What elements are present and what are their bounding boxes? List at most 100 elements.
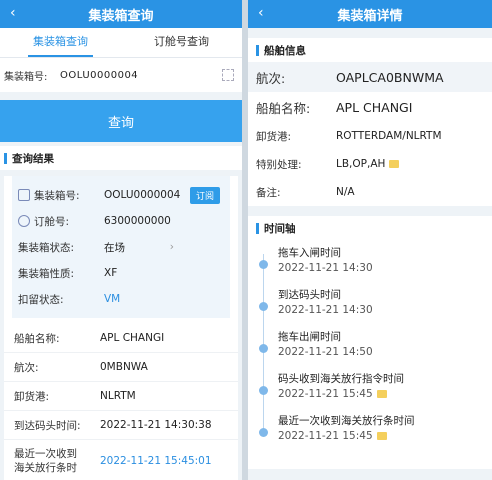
timeline-dot: [259, 428, 268, 437]
results-title: 查询结果: [12, 152, 54, 165]
event-label: 到达码头时间: [278, 289, 341, 301]
timeline-dot: [259, 302, 268, 311]
value: 2022-11-21 14:30:38: [100, 419, 212, 431]
row-ship-name: 船舶名称: APL CHANGI: [248, 92, 492, 122]
timeline-event: 最近一次收到海关放行条时间 2022-11-21 15:45: [248, 414, 492, 456]
value: 2022-11-21 15:45:01: [100, 454, 212, 467]
value: 6300000000: [104, 215, 171, 227]
value: APL CHANGI: [100, 332, 165, 344]
page-title: 集装箱查询: [88, 8, 154, 24]
row-container-type: 集装箱性质: XF: [12, 260, 230, 286]
page-title: 集装箱详情: [337, 8, 403, 24]
row-voyage: 航次: OAPLCA0BNWMA: [248, 62, 492, 92]
event-label: 码头收到海关放行指令时间: [278, 373, 404, 385]
container-detail-screen: ‹ 集装箱详情 船舶信息 航次: OAPLCA0BNWMA 船舶名称: APL …: [248, 0, 492, 480]
section-bar: [256, 44, 259, 56]
event-label: 拖车入闸时间: [278, 247, 341, 259]
container-summary: 集装箱号: OOLU0000004 订阅 订舱号: 6300000000 集装箱…: [12, 176, 230, 318]
label: 航次:: [14, 361, 39, 374]
label: 特别处理:: [256, 158, 302, 171]
row-container-number: 集装箱号: OOLU0000004 订阅: [12, 182, 230, 208]
value: XF: [104, 267, 118, 279]
timeline-title: 时间轴: [264, 222, 296, 235]
event-time: 2022-11-21 14:50: [278, 346, 373, 358]
row-remarks: 备注: N/A: [248, 178, 492, 206]
booking-icon: [18, 215, 30, 227]
row-ship-name: 船舶名称: APL CHANGI: [4, 324, 238, 353]
value: N/A: [336, 186, 355, 198]
timeline-dot: [259, 386, 268, 395]
note-icon[interactable]: [389, 160, 400, 168]
label: 卸货港:: [256, 130, 292, 143]
timeline: 拖车入闸时间 2022-11-21 14:30 到达码头时间 2022-11-2…: [248, 240, 492, 469]
value: OAPLCA0BNWMA: [336, 69, 444, 85]
section-bar: [256, 222, 259, 234]
container-number-input[interactable]: OOLU0000004: [60, 70, 222, 81]
event-time: 2022-11-21 14:30: [278, 262, 373, 274]
row-booking-number: 订舱号: 6300000000: [12, 208, 230, 234]
row-special-handling: 特别处理: LB,OP,AH: [248, 150, 492, 178]
value: VM: [104, 293, 121, 305]
ship-info-title: 船舶信息: [264, 44, 306, 57]
timeline-event: 拖车出闸时间 2022-11-21 14:50: [248, 330, 492, 372]
note-icon[interactable]: [376, 432, 387, 440]
timeline-dot: [259, 344, 268, 353]
label: 船舶名称:: [256, 100, 311, 116]
label: 扣留状态:: [18, 293, 64, 306]
subscribe-button[interactable]: 订阅: [189, 186, 220, 204]
value: NLRTM: [100, 390, 136, 402]
back-icon[interactable]: ‹: [10, 5, 16, 21]
note-icon[interactable]: [376, 390, 387, 398]
row-discharge-port: 卸货港: NLRTM: [4, 382, 238, 411]
ship-info-header: 船舶信息: [248, 38, 492, 62]
value: LB,OP,AH: [336, 158, 386, 170]
label: 集装箱号:: [34, 189, 80, 202]
container-icon: [18, 189, 30, 201]
tab-container-query[interactable]: 集装箱查询: [0, 28, 121, 57]
event-time: 2022-11-21 14:30: [278, 304, 373, 316]
value: ROTTERDAM/NLRTM: [336, 130, 442, 142]
row-customs-release-time: 最近一次收到 海关放行条时 2022-11-21 15:45:01: [4, 440, 238, 480]
value: 0MBNWA: [100, 361, 148, 373]
value: APL CHANGI: [336, 99, 413, 115]
event-time: 2022-11-21 15:45: [278, 430, 373, 442]
label: 最近一次收到 海关放行条时: [14, 447, 77, 474]
top-bar: ‹ 集装箱详情: [248, 0, 492, 28]
timeline-dot: [259, 260, 268, 269]
label: 航次:: [256, 70, 286, 86]
row-discharge-port: 卸货港: ROTTERDAM/NLRTM: [248, 122, 492, 150]
label: 订舱号:: [34, 215, 70, 228]
results-header: 查询结果: [0, 146, 242, 170]
results-card: 集装箱号: OOLU0000004 订阅 订舱号: 6300000000 集装箱…: [4, 176, 238, 480]
tabs: 集装箱查询 订舱号查询: [0, 28, 242, 58]
scan-icon[interactable]: [222, 69, 234, 81]
event-label: 拖车出闸时间: [278, 331, 341, 343]
timeline-event: 拖车入闸时间 2022-11-21 14:30: [248, 246, 492, 288]
label: 集装箱状态:: [18, 241, 75, 254]
section-bar: [4, 152, 7, 164]
row-hold-status: 扣留状态: VM: [12, 286, 230, 312]
tab-booking-query[interactable]: 订舱号查询: [121, 28, 242, 57]
row-container-status[interactable]: 集装箱状态: 在场 ›: [12, 234, 230, 260]
value: 在场: [104, 241, 125, 254]
back-icon[interactable]: ‹: [258, 5, 264, 21]
search-row: 集装箱号: OOLU0000004: [0, 58, 242, 92]
row-voyage: 航次: 0MBNWA: [4, 353, 238, 382]
timeline-header: 时间轴: [248, 216, 492, 240]
detail-list: 船舶名称: APL CHANGI 航次: 0MBNWA 卸货港: NLRTM 到…: [4, 324, 238, 480]
label: 备注:: [256, 186, 281, 199]
event-label: 最近一次收到海关放行条时间: [278, 415, 415, 427]
top-bar: ‹ 集装箱查询: [0, 0, 242, 28]
timeline-event: 码头收到海关放行指令时间 2022-11-21 15:45: [248, 372, 492, 414]
row-arrival-time: 到达码头时间: 2022-11-21 14:30:38: [4, 411, 238, 440]
label: 卸货港:: [14, 390, 50, 403]
chevron-right-icon[interactable]: ›: [170, 241, 174, 253]
label: 船舶名称:: [14, 332, 60, 345]
query-button[interactable]: 查询: [0, 100, 242, 142]
search-label: 集装箱号:: [4, 71, 48, 83]
label: 到达码头时间:: [14, 419, 81, 432]
timeline-event: 到达码头时间 2022-11-21 14:30: [248, 288, 492, 330]
event-time: 2022-11-21 15:45: [278, 388, 373, 400]
container-query-screen: ‹ 集装箱查询 集装箱查询 订舱号查询 集装箱号: OOLU0000004 查询…: [0, 0, 242, 480]
label: 集装箱性质:: [18, 267, 75, 280]
